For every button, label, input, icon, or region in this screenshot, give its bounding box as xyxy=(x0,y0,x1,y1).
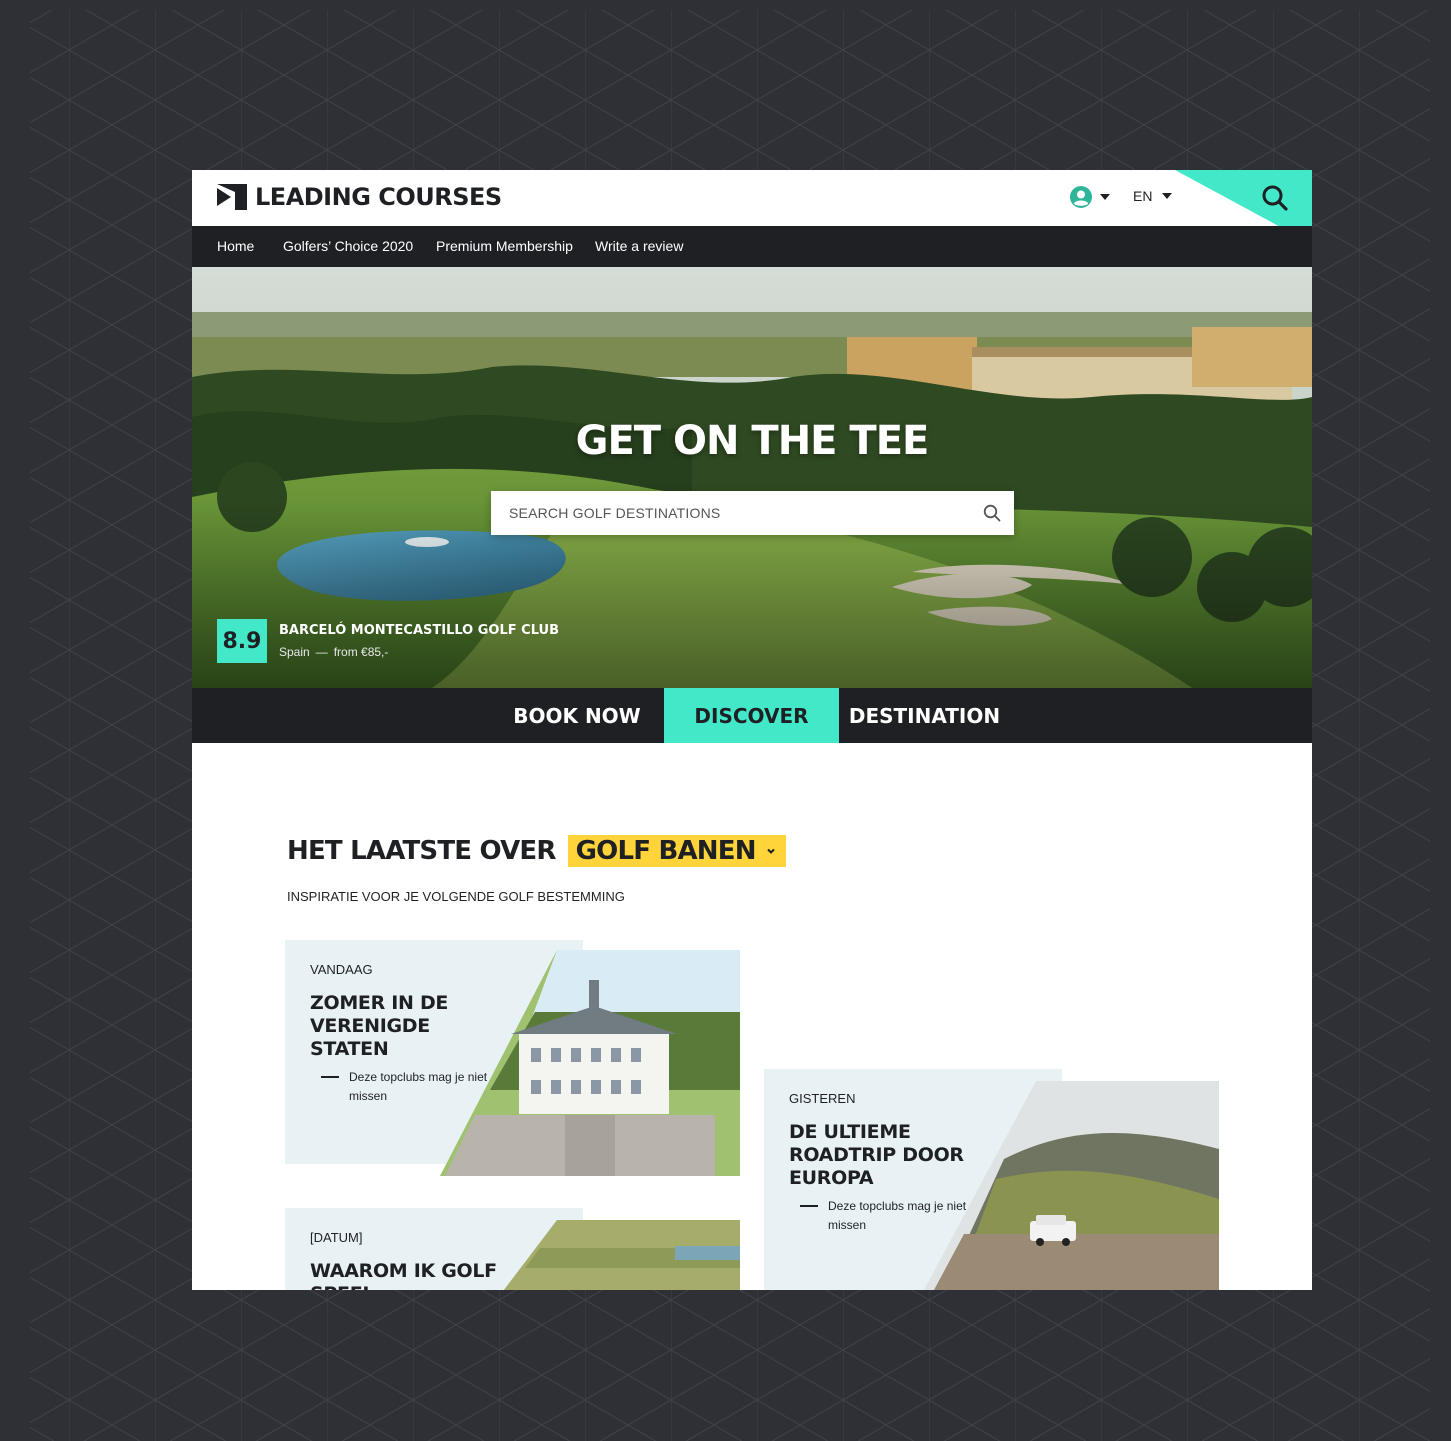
hero-title: GET ON THE TEE xyxy=(575,418,930,464)
language-label: EN xyxy=(1133,188,1153,204)
article-excerpt: Deze topclubs mag je niet missen xyxy=(800,1197,970,1235)
nav-write-review[interactable]: Write a review xyxy=(595,238,683,254)
article-excerpt-text: Deze topclubs mag je niet missen xyxy=(828,1199,967,1232)
dash-icon xyxy=(800,1205,818,1207)
article-date: GISTEREN xyxy=(789,1091,856,1106)
section-tabs: BOOK NOW DISCOVER DESTINATION xyxy=(192,688,1312,743)
main-nav: Home Golfers’ Choice 2020 Premium Member… xyxy=(192,226,1312,267)
tab-book-now[interactable]: BOOK NOW xyxy=(502,688,652,743)
user-circle-icon xyxy=(1070,186,1092,208)
featured-price: from €85,- xyxy=(333,645,389,659)
featured-country: Spain xyxy=(279,645,310,659)
article-card[interactable]: GISTEREN DE ULTIEME ROADTRIP DOOR EUROPA… xyxy=(764,1069,1219,1290)
rating-badge: 8.9 xyxy=(217,619,267,663)
nav-home[interactable]: Home xyxy=(217,238,254,254)
hero-banner: GET ON THE TEE 8.9 BARCELÓ MONTECASTILLO… xyxy=(192,267,1312,688)
article-date: [DATUM] xyxy=(310,1230,363,1245)
article-title[interactable]: DE ULTIEME ROADTRIP DOOR EUROPA xyxy=(789,1121,989,1190)
search-icon[interactable] xyxy=(1260,183,1290,213)
featured-course-name[interactable]: BARCELÓ MONTECASTILLO GOLF CLUB xyxy=(279,623,559,638)
meta-separator: — xyxy=(315,645,328,659)
top-bar: LEADING COURSES EN xyxy=(192,170,1312,244)
latest-heading-text: HET LAATSTE OVER xyxy=(287,836,556,866)
search-icon[interactable] xyxy=(982,503,1002,523)
latest-heading: HET LAATSTE OVER GOLF BANEN xyxy=(287,835,786,867)
nav-golfers-choice[interactable]: Golfers’ Choice 2020 xyxy=(283,238,413,254)
article-title[interactable]: WAAROM IK GOLF SPEEL xyxy=(310,1260,510,1290)
dash-icon xyxy=(321,1076,339,1078)
logo[interactable]: LEADING COURSES xyxy=(217,183,502,211)
tab-destination[interactable]: DESTINATION xyxy=(842,688,1007,743)
article-excerpt: Deze topclubs mag je niet missen xyxy=(321,1068,491,1106)
language-selector[interactable]: EN xyxy=(1133,188,1173,204)
user-menu[interactable] xyxy=(1070,186,1110,208)
article-title[interactable]: ZOMER IN DE VERENIGDE STATEN xyxy=(310,992,510,1061)
destination-search-box xyxy=(491,491,1014,535)
chevron-down-icon xyxy=(766,848,775,854)
destination-search-input[interactable] xyxy=(491,491,969,535)
brand-name: LEADING COURSES xyxy=(255,183,502,211)
featured-course-meta: Spain — from €85,- xyxy=(279,645,388,659)
caret-down-icon xyxy=(1162,193,1173,199)
article-card[interactable]: VANDAAG ZOMER IN DE VERENIGDE STATEN Dez… xyxy=(285,940,740,1176)
article-date: VANDAAG xyxy=(310,962,373,977)
article-excerpt-text: Deze topclubs mag je niet missen xyxy=(349,1070,488,1103)
nav-premium-membership[interactable]: Premium Membership xyxy=(436,238,573,254)
latest-subtitle: INSPIRATIE VOOR JE VOLGENDE GOLF BESTEMM… xyxy=(287,889,625,904)
caret-down-icon xyxy=(1100,194,1110,200)
article-card[interactable]: [DATUM] WAAROM IK GOLF SPEEL xyxy=(285,1208,740,1290)
topic-label: GOLF BANEN xyxy=(575,836,757,866)
topic-dropdown[interactable]: GOLF BANEN xyxy=(567,835,786,867)
browser-page: LEADING COURSES EN Home Golfers’ Choice … xyxy=(192,170,1312,1290)
logo-flag-icon xyxy=(217,184,247,210)
tab-discover[interactable]: DISCOVER xyxy=(664,688,839,743)
